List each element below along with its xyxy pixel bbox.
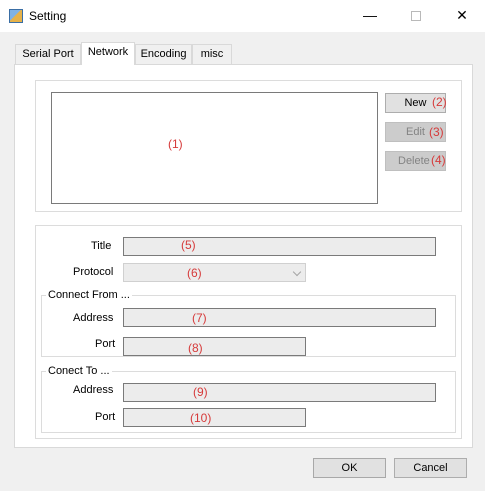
annotation-6: (6) bbox=[187, 266, 202, 280]
annotation-4: (4) bbox=[431, 153, 446, 167]
annotation-8: (8) bbox=[188, 341, 203, 355]
tab-serial-port[interactable]: Serial Port bbox=[15, 44, 81, 64]
app-settings-icon bbox=[9, 9, 23, 23]
close-button[interactable]: ✕ bbox=[439, 0, 485, 32]
title-label: Title bbox=[91, 240, 112, 252]
ok-button[interactable]: OK bbox=[313, 458, 386, 478]
to-port-field[interactable] bbox=[123, 408, 306, 427]
from-port-field[interactable] bbox=[123, 337, 306, 356]
new-button-label: New bbox=[404, 97, 427, 109]
chevron-down-icon bbox=[292, 267, 302, 277]
maximize-icon bbox=[411, 11, 421, 22]
connection-listbox[interactable] bbox=[51, 92, 378, 204]
ok-button-label: OK bbox=[341, 462, 358, 474]
to-address-label: Address bbox=[73, 384, 114, 396]
annotation-5: (5) bbox=[181, 238, 196, 252]
protocol-label: Protocol bbox=[73, 266, 114, 278]
annotation-7: (7) bbox=[192, 311, 207, 325]
annotation-10: (10) bbox=[190, 411, 212, 425]
delete-button-label: Delete bbox=[398, 155, 430, 167]
cancel-button-label: Cancel bbox=[413, 462, 448, 474]
annotation-2: (2) bbox=[432, 95, 447, 109]
connect-to-group-label: Conect To ... bbox=[46, 365, 112, 377]
minimize-button[interactable]: — bbox=[347, 0, 393, 32]
tab-network[interactable]: Network bbox=[81, 42, 135, 65]
maximize-button[interactable] bbox=[393, 0, 439, 32]
from-address-field[interactable] bbox=[123, 308, 436, 327]
to-address-field[interactable] bbox=[123, 383, 436, 402]
annotation-9: (9) bbox=[193, 385, 208, 399]
tab-misc[interactable]: misc bbox=[192, 44, 232, 64]
to-port-label: Port bbox=[95, 411, 116, 423]
from-port-label: Port bbox=[95, 338, 116, 350]
edit-button-label: Edit bbox=[406, 126, 425, 138]
cancel-button[interactable]: Cancel bbox=[394, 458, 467, 478]
annotation-3: (3) bbox=[429, 125, 444, 139]
from-address-label: Address bbox=[73, 312, 114, 324]
protocol-dropdown[interactable] bbox=[123, 263, 306, 282]
title-bar: Setting — ✕ bbox=[0, 0, 485, 32]
tab-encoding[interactable]: Encoding bbox=[135, 44, 192, 64]
window-title: Setting bbox=[29, 9, 67, 23]
annotation-1: (1) bbox=[168, 137, 183, 151]
connect-from-group-label: Connect From ... bbox=[46, 289, 132, 301]
title-field[interactable] bbox=[123, 237, 436, 256]
